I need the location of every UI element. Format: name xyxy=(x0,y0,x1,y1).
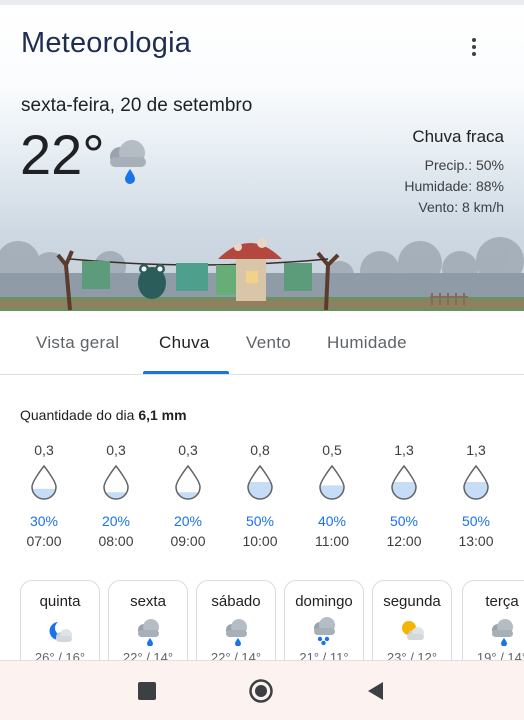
current-temperature: 22° xyxy=(20,123,105,186)
hour-rain-amount: 0,3 xyxy=(106,442,126,458)
hour-time: 10:00 xyxy=(242,533,278,549)
hour-rain-chance: 50% xyxy=(461,513,491,529)
daily-amount-value: 6,1 mm xyxy=(138,407,187,423)
weather-header: Meteorologia sexta-feira, 20 de setembro… xyxy=(0,5,524,311)
sun-cloud-icon xyxy=(402,621,424,640)
app-title: Meteorologia xyxy=(21,27,192,59)
hour-time: 08:00 xyxy=(98,533,134,549)
day-temp-range: 23° / 12° xyxy=(386,650,438,660)
raindrop-icon xyxy=(463,464,489,500)
hour-rain-amount: 0,3 xyxy=(34,442,54,458)
day-temp-range: 26° / 16° xyxy=(34,650,86,660)
daily-rain-amount: Quantidade do dia 6,1 mm xyxy=(20,407,187,423)
day-name: terça xyxy=(485,593,519,610)
home-button[interactable] xyxy=(248,678,274,704)
hour-rain-chance: 40% xyxy=(317,513,347,529)
hour-rain-amount: 0,3 xyxy=(178,442,198,458)
raindrop-icon xyxy=(31,464,57,500)
tab-humidity[interactable]: Humidade xyxy=(327,333,407,353)
hour-time: 13:00 xyxy=(458,533,494,549)
day-card[interactable]: sexta 22° / 14° xyxy=(108,580,188,660)
raindrop-icon xyxy=(103,464,129,500)
raindrop-icon xyxy=(319,464,345,500)
hour-rain-chance: 20% xyxy=(101,513,131,529)
hour-time: 09:00 xyxy=(170,533,206,549)
day-name: segunda xyxy=(383,593,441,610)
more-options-icon[interactable] xyxy=(462,35,486,59)
hour-column: 0,8 50% 10:00 xyxy=(230,440,290,551)
day-temp-range: 22° / 14° xyxy=(210,650,262,660)
hour-rain-chance: 30% xyxy=(29,513,59,529)
day-temp-range: 22° / 14° xyxy=(122,650,174,660)
humidity-value: Humidade: 88% xyxy=(404,178,504,194)
hour-column: 1,3 50% 12:00 xyxy=(374,440,434,551)
day-name: sexta xyxy=(130,593,166,610)
hour-rain-chance: 50% xyxy=(245,513,275,529)
daily-amount-label: Quantidade do dia xyxy=(20,407,135,423)
raindrop-icon xyxy=(175,464,201,500)
raindrop-icon xyxy=(247,464,273,500)
current-date: sexta-feira, 20 de setembro xyxy=(21,95,253,116)
day-card[interactable]: segunda 23° / 12° xyxy=(372,580,452,660)
moon-cloud-icon xyxy=(49,622,72,642)
tab-wind[interactable]: Vento xyxy=(246,333,291,353)
hour-time: 07:00 xyxy=(26,533,62,549)
condition-label: Chuva fraca xyxy=(412,127,504,146)
hour-rain-chance: 50% xyxy=(389,513,419,529)
day-name: quinta xyxy=(39,593,81,610)
precipitation-value: Precip.: 50% xyxy=(424,157,504,173)
day-card[interactable]: quinta 26° / 16° xyxy=(20,580,100,660)
tab-rain[interactable]: Chuva xyxy=(159,333,210,353)
cloud-rain-icon xyxy=(138,619,159,646)
hour-column: 0,3 20% 09:00 xyxy=(158,440,218,551)
hour-rain-amount: 1,3 xyxy=(394,442,414,458)
weather-illustration xyxy=(0,237,524,311)
day-name: domingo xyxy=(295,593,353,610)
recents-button[interactable] xyxy=(134,678,160,704)
day-name: sábado xyxy=(211,593,261,610)
android-nav-bar xyxy=(0,660,524,720)
tab-bar: Vista geral Chuva Vento Humidade xyxy=(0,311,524,375)
hour-column: 0,5 40% 11:00 xyxy=(302,440,362,551)
hour-column: 1,3 50% 13:00 xyxy=(446,440,506,551)
back-button[interactable] xyxy=(362,678,388,704)
hour-column: 0,3 30% 07:00 xyxy=(14,440,74,551)
day-temp-range: 19° / 14° xyxy=(476,650,524,660)
hour-time: 12:00 xyxy=(386,533,422,549)
hour-rain-amount: 1,3 xyxy=(466,442,486,458)
cloud-rain-icon xyxy=(492,619,513,646)
day-temp-range: 21° / 11° xyxy=(299,650,349,660)
active-tab-indicator xyxy=(143,371,229,374)
hour-rain-chance: 20% xyxy=(173,513,203,529)
day-card[interactable]: domingo 21° / 11° xyxy=(284,580,364,660)
hour-rain-amount: 0,8 xyxy=(250,442,270,458)
hourly-forecast: 0,3 30% 07:00 0,3 20% 08:00 0,3 20% 09:00 0,8 50% 1… xyxy=(0,440,524,550)
hour-time: 11:00 xyxy=(315,533,349,549)
wind-value: Vento: 8 km/h xyxy=(418,199,504,215)
daily-forecast: quinta 26° / 16° sexta 22° / 14° sábado 22° /… xyxy=(0,580,524,660)
day-card[interactable]: terça 19° / 14° xyxy=(462,580,524,660)
hour-rain-amount: 0,5 xyxy=(322,442,342,458)
cloud-heavy-rain-icon xyxy=(314,617,335,646)
tab-overview[interactable]: Vista geral xyxy=(36,333,119,353)
raindrop-icon xyxy=(391,464,417,500)
cloud-rain-icon xyxy=(226,619,247,646)
day-card[interactable]: sábado 22° / 14° xyxy=(196,580,276,660)
hour-column: 0,3 20% 08:00 xyxy=(86,440,146,551)
cloud-rain-icon xyxy=(110,140,146,184)
